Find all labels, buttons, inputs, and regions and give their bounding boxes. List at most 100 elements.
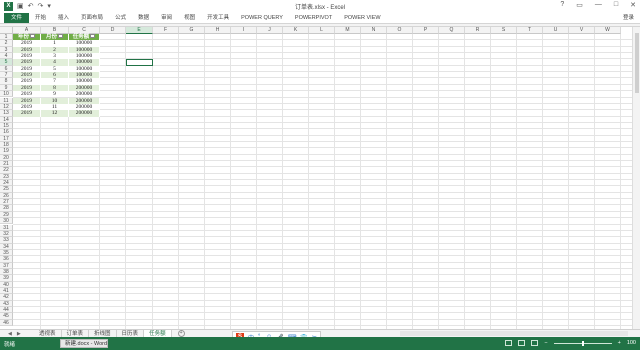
cell-text: 2019: [21, 110, 32, 117]
cell-text: 2: [53, 46, 56, 53]
gridline-horizontal: [13, 293, 632, 295]
horizontal-scrollbar[interactable]: [400, 331, 628, 336]
column-header-b[interactable]: B: [41, 27, 69, 34]
column-header-t[interactable]: T: [517, 27, 543, 34]
column-header-c[interactable]: C: [69, 27, 100, 34]
save-icon[interactable]: ▣: [17, 2, 24, 10]
page-layout-view-icon[interactable]: [518, 340, 526, 346]
zoom-out-icon[interactable]: −: [544, 340, 547, 346]
gridline-horizontal: [13, 236, 632, 238]
zoom-in-icon[interactable]: +: [618, 340, 621, 346]
taskbar-word-document[interactable]: 新建.docx - Word: [60, 339, 108, 348]
customize-icon[interactable]: ▾: [47, 2, 51, 10]
column-header-e[interactable]: E: [126, 27, 153, 34]
tab-file[interactable]: 文件: [4, 12, 30, 23]
filter-dropdown-icon[interactable]: [30, 33, 35, 38]
vertical-scroll-thumb[interactable]: [635, 33, 639, 93]
login-link[interactable]: 登录: [623, 13, 634, 21]
column-header-h[interactable]: H: [205, 27, 231, 34]
undo-icon[interactable]: ↶: [28, 2, 34, 10]
cell-text: 200000: [75, 103, 93, 110]
column-header-u[interactable]: U: [543, 27, 569, 34]
close-icon[interactable]: ✕: [630, 1, 636, 9]
cell-text: 2019: [21, 40, 32, 47]
column-header-m[interactable]: M: [335, 27, 361, 34]
cell-text: 任务额: [72, 34, 90, 40]
column-header-l[interactable]: L: [309, 27, 335, 34]
ribbon-display-icon[interactable]: ▭: [576, 1, 583, 9]
active-cell[interactable]: [126, 59, 153, 66]
title-bar: X ▣ ↶ ↷ ▾ 订单表.xlsx - Excel ? ▭ — □ ✕: [0, 0, 640, 12]
cell-text: 200000: [75, 110, 93, 117]
filter-dropdown-icon[interactable]: [58, 33, 63, 38]
vertical-scrollbar[interactable]: [632, 27, 640, 329]
select-all-corner[interactable]: [0, 27, 13, 34]
cell-text: 100000: [75, 65, 93, 72]
column-header-q[interactable]: Q: [439, 27, 465, 34]
zoom-slider-knob[interactable]: [581, 340, 584, 346]
column-header-k[interactable]: K: [283, 27, 309, 34]
tab-data[interactable]: 数据: [132, 13, 155, 23]
worksheet-grid[interactable]: A B C D E F G H I J K L M N O P Q R S T U V W 1 2 3 4 5 6 7 8 9 10 11 12 13…: [0, 27, 632, 329]
tab-developer[interactable]: 开发工具: [201, 13, 235, 23]
tab-review[interactable]: 审阅: [155, 13, 178, 23]
column-header-p[interactable]: P: [413, 27, 439, 34]
cell-text: 7: [53, 78, 56, 85]
cell-text: 4: [53, 59, 56, 66]
gridline-horizontal: [13, 71, 632, 73]
table-cell[interactable]: 200000: [69, 110, 100, 117]
column-header-s[interactable]: S: [491, 27, 517, 34]
tab-insert[interactable]: 插入: [52, 13, 75, 23]
column-header-r[interactable]: R: [465, 27, 491, 34]
column-header-o[interactable]: O: [387, 27, 413, 34]
gridline-horizontal: [13, 102, 632, 104]
gridline-horizontal: [13, 179, 632, 181]
tab-page-layout[interactable]: 页面布局: [75, 13, 109, 23]
redo-icon[interactable]: ↷: [38, 2, 44, 10]
gridline-horizontal: [13, 318, 632, 320]
tab-home[interactable]: 开始: [29, 13, 52, 23]
filter-dropdown-icon[interactable]: [90, 33, 96, 38]
column-header-a[interactable]: A: [13, 27, 41, 34]
normal-view-icon[interactable]: [505, 340, 513, 346]
tab-view[interactable]: 视图: [178, 13, 201, 23]
page-break-view-icon[interactable]: [531, 340, 539, 346]
column-header-w[interactable]: W: [595, 27, 621, 34]
gridline-horizontal: [13, 128, 632, 130]
gridline-horizontal: [13, 166, 632, 168]
gridline-horizontal: [13, 52, 632, 54]
minimize-icon[interactable]: —: [595, 1, 602, 9]
gridline-horizontal: [13, 153, 632, 155]
gridline-horizontal: [13, 267, 632, 269]
cell-text: 6: [53, 72, 56, 79]
excel-logo-icon[interactable]: X: [4, 1, 13, 11]
help-icon[interactable]: ?: [560, 1, 564, 9]
gridline-horizontal: [13, 306, 632, 308]
column-header-d[interactable]: D: [100, 27, 126, 34]
maximize-icon[interactable]: □: [614, 1, 618, 9]
table-cell[interactable]: 12: [41, 110, 69, 117]
column-header-g[interactable]: G: [179, 27, 205, 34]
row-header[interactable]: 46: [0, 319, 13, 327]
gridline-horizontal: [13, 172, 632, 174]
tab-formulas[interactable]: 公式: [109, 13, 132, 23]
column-header-j[interactable]: J: [257, 27, 283, 34]
column-header-n[interactable]: N: [361, 27, 387, 34]
sheet-prev-icon[interactable]: ◀: [8, 331, 12, 337]
sheet-next-icon[interactable]: ▶: [17, 331, 21, 337]
zoom-slider[interactable]: [553, 340, 612, 346]
tab-powerpivot[interactable]: POWERPIVOT: [289, 13, 338, 23]
tab-power-query[interactable]: POWER QUERY: [235, 13, 289, 23]
cell-text: 2019: [21, 78, 32, 85]
status-bar: 就绪 新建.docx - Word − + 100: [0, 337, 640, 350]
table-cell[interactable]: 2019: [13, 110, 41, 117]
column-header-v[interactable]: V: [569, 27, 595, 34]
quick-access-toolbar: ▣ ↶ ↷ ▾: [17, 2, 51, 10]
column-header-f[interactable]: F: [153, 27, 179, 34]
column-header-i[interactable]: I: [231, 27, 257, 34]
gridline-horizontal: [13, 109, 632, 111]
view-zoom-controls: − + 100: [505, 340, 636, 346]
add-sheet-button[interactable]: +: [177, 330, 185, 337]
zoom-level[interactable]: 100: [627, 340, 636, 346]
tab-power-view[interactable]: POWER VIEW: [338, 13, 386, 23]
